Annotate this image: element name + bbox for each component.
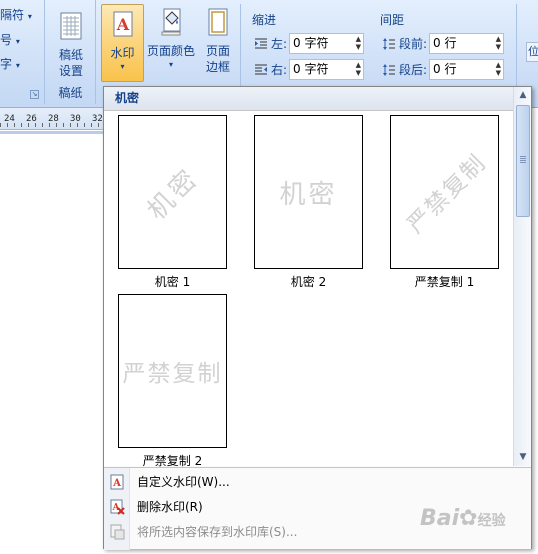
watermark-icon: A bbox=[113, 11, 132, 37]
jingyan-text: 经验 bbox=[477, 513, 506, 529]
watermark-option-caption: 严禁复制 1 bbox=[414, 275, 475, 289]
watermark-preview-text: 严禁复制 bbox=[122, 361, 223, 387]
document-page[interactable] bbox=[0, 134, 104, 554]
indent-left-label: 左: bbox=[271, 37, 288, 51]
watermark-preview-page: 严禁复制 bbox=[118, 294, 227, 448]
spacing-after-row: 段后: 0 行 ▲ ▼ bbox=[382, 59, 505, 80]
scrollbar-grip-icon bbox=[520, 156, 526, 164]
watermark-gallery-dropdown: 机密 机密 机密 1 机密 机密 2 严禁复制 严禁复制 1 严禁复制 严禁复制… bbox=[103, 86, 532, 550]
watermark-preview-text: 机密 bbox=[279, 179, 338, 210]
baidu-logo-text: Bai bbox=[420, 506, 460, 531]
watermark-button[interactable]: A 水印 ▾ bbox=[101, 4, 144, 82]
svg-text:A: A bbox=[115, 15, 129, 34]
custom-watermark-menu-item[interactable]: A 自定义水印(W)... bbox=[104, 471, 531, 493]
manuscript-paper-icon bbox=[60, 12, 82, 40]
custom-watermark-icon: A bbox=[110, 474, 124, 490]
watermark-option-caption: 机密 2 bbox=[290, 275, 327, 289]
spinner-arrows-icon[interactable]: ▲ ▼ bbox=[496, 61, 501, 77]
spacing-header: 间距 bbox=[380, 13, 405, 27]
watermark-option-do-not-copy-2[interactable]: 严禁复制 严禁复制 2 bbox=[118, 294, 227, 469]
spacing-before-label: 段前: bbox=[399, 37, 428, 51]
gallery-section-header: 机密 bbox=[104, 87, 513, 111]
spacing-after-value: 0 行 bbox=[433, 62, 457, 76]
paint-bucket-icon bbox=[161, 8, 181, 36]
custom-watermark-label: 自定义水印(W)... bbox=[137, 475, 230, 489]
spacing-after-label: 段后: bbox=[399, 63, 428, 77]
page-color-label: 页面颜色 bbox=[146, 44, 195, 58]
page-border-icon bbox=[208, 8, 228, 36]
spinner-arrows-icon[interactable]: ▲ ▼ bbox=[356, 35, 361, 51]
page-borders-label-1: 页面 bbox=[205, 44, 230, 58]
gallery-scrollbar[interactable]: ▲ ▼ bbox=[513, 87, 531, 466]
watermark-option-confidential-2[interactable]: 机密 机密 2 bbox=[254, 115, 363, 290]
indent-left-row: 左: 0 字符 ▲ ▼ bbox=[254, 33, 365, 54]
indent-header: 缩进 bbox=[252, 13, 277, 27]
paw-icon: ✿ bbox=[459, 506, 478, 531]
horizontal-ruler[interactable]: 24 26 28 30 32 bbox=[0, 108, 104, 130]
line-numbers-button[interactable]: 号 ▾ bbox=[0, 31, 20, 48]
page-borders-button[interactable]: 页面 边框 bbox=[200, 8, 236, 78]
watermark-label: 水印 bbox=[110, 46, 135, 60]
ruler-ticks bbox=[0, 123, 104, 127]
save-to-gallery-icon bbox=[110, 524, 125, 540]
position-button-fragment[interactable]: 位 bbox=[526, 42, 538, 62]
scroll-down-arrow-icon[interactable]: ▼ bbox=[514, 449, 532, 466]
watermark-preview-page: 严禁复制 bbox=[390, 115, 499, 269]
manuscript-group-label: 稿纸 bbox=[58, 86, 83, 100]
watermark-preview-text: 机密 bbox=[142, 161, 207, 226]
watermark-preview-page: 机密 bbox=[118, 115, 227, 269]
watermark-option-caption: 机密 1 bbox=[154, 275, 191, 289]
remove-watermark-icon: A bbox=[110, 499, 125, 515]
watermark-preview-page: 机密 bbox=[254, 115, 363, 269]
spacing-after-icon bbox=[383, 63, 395, 76]
spacing-after-spinner[interactable]: 0 行 ▲ ▼ bbox=[429, 59, 505, 80]
dialog-launcher-icon[interactable]: ↘ bbox=[30, 90, 39, 99]
indent-right-row: 右: 0 字符 ▲ ▼ bbox=[254, 59, 365, 80]
svg-text:A: A bbox=[112, 478, 121, 489]
baidu-jingyan-watermark-logo: Bai✿经验 bbox=[420, 506, 506, 531]
page-setup-group-fragment: 隔符 ▾ 号 ▾ 字 ▾ ↘ bbox=[0, 0, 45, 104]
spinner-arrows-icon[interactable]: ▲ ▼ bbox=[356, 61, 361, 77]
page-color-dropdown-arrow-icon: ▾ bbox=[168, 60, 173, 69]
scrollbar-thumb[interactable] bbox=[516, 105, 530, 217]
indent-right-spinner[interactable]: 0 字符 ▲ ▼ bbox=[289, 59, 365, 80]
manuscript-group: 稿纸 设置 稿纸 bbox=[46, 0, 96, 104]
save-to-gallery-label: 将所选内容保存到水印库(S)... bbox=[137, 525, 298, 539]
scroll-up-arrow-icon[interactable]: ▲ bbox=[514, 87, 532, 104]
page-borders-label-2: 边框 bbox=[205, 60, 230, 74]
indent-right-value: 0 字符 bbox=[293, 62, 329, 76]
indent-left-spinner[interactable]: 0 字符 ▲ ▼ bbox=[289, 33, 365, 54]
manuscript-settings-button[interactable]: 稿纸 设置 bbox=[48, 12, 94, 79]
spacing-before-row: 段前: 0 行 ▲ ▼ bbox=[382, 33, 505, 54]
spinner-arrows-icon[interactable]: ▲ ▼ bbox=[496, 35, 501, 51]
watermark-option-do-not-copy-1[interactable]: 严禁复制 严禁复制 1 bbox=[390, 115, 499, 290]
spacing-before-value: 0 行 bbox=[433, 36, 457, 50]
indent-right-label: 右: bbox=[271, 63, 288, 77]
indent-right-icon bbox=[255, 64, 267, 74]
watermark-dropdown-arrow-icon: ▾ bbox=[120, 62, 125, 71]
indent-left-value: 0 字符 bbox=[293, 36, 329, 50]
watermark-gallery: 机密 机密 1 机密 机密 2 严禁复制 严禁复制 1 严禁复制 严禁复制 2 bbox=[104, 111, 513, 469]
watermark-option-confidential-1[interactable]: 机密 机密 1 bbox=[118, 115, 227, 290]
watermark-preview-text: 严禁复制 bbox=[402, 149, 492, 239]
hyphenation-button[interactable]: 字 ▾ bbox=[0, 55, 20, 72]
remove-watermark-label: 删除水印(R) bbox=[137, 500, 203, 514]
spacing-before-icon bbox=[383, 37, 395, 50]
page-color-button[interactable]: 页面颜色 ▾ bbox=[146, 8, 196, 78]
breaks-button[interactable]: 隔符 ▾ bbox=[0, 6, 32, 23]
spacing-before-spinner[interactable]: 0 行 ▲ ▼ bbox=[429, 33, 505, 54]
indent-left-icon bbox=[255, 38, 267, 48]
manuscript-settings-label-2: 设置 bbox=[58, 64, 83, 78]
manuscript-settings-label-1: 稿纸 bbox=[58, 48, 83, 62]
position-label-fragment: 位 bbox=[528, 45, 538, 58]
